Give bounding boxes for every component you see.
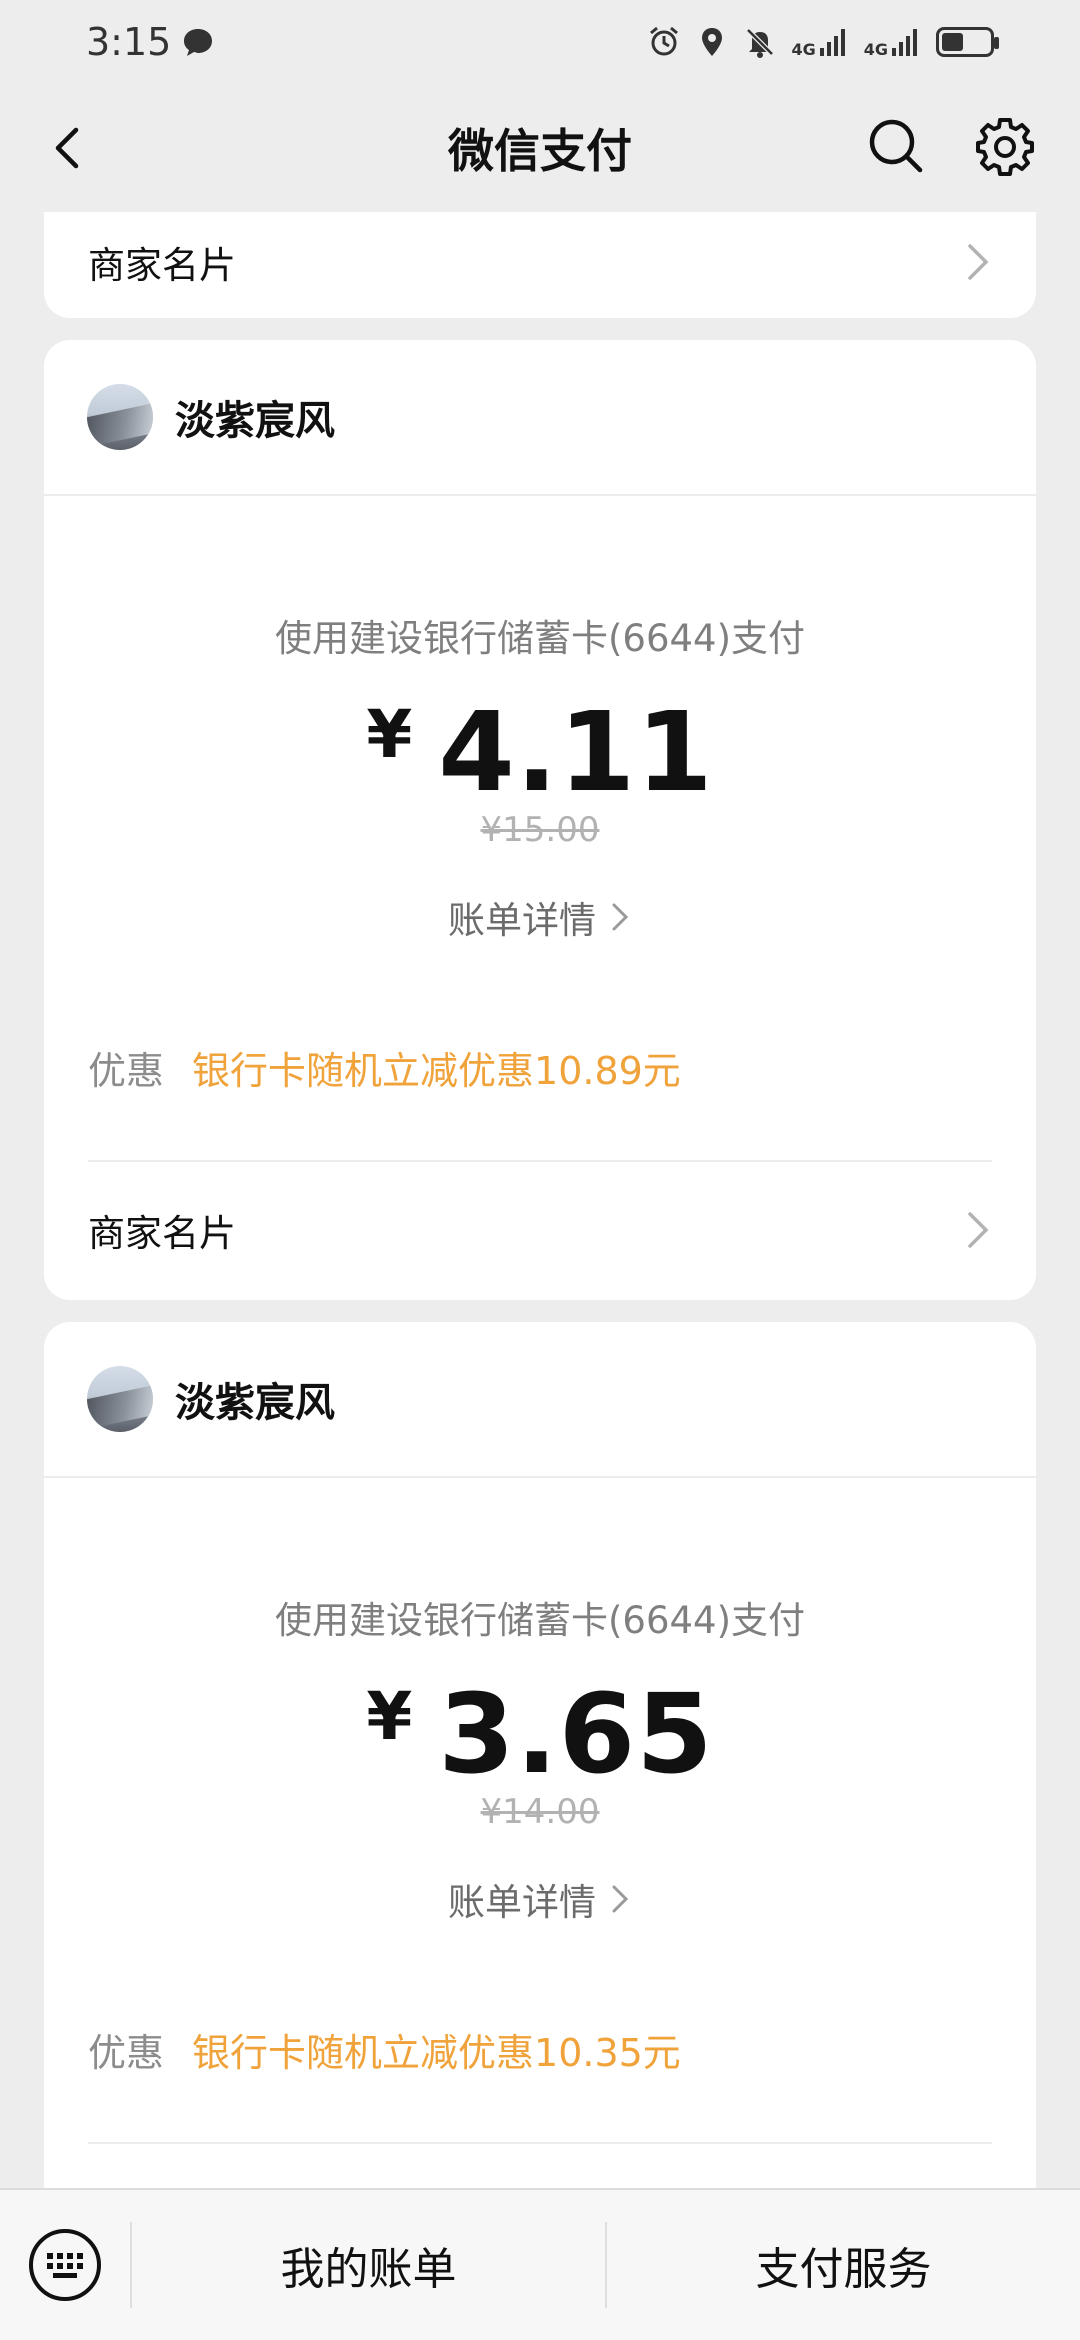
- original-price: ¥14.00: [480, 1792, 600, 1832]
- amount: 4.11: [438, 688, 714, 816]
- signal-1: 4G: [791, 26, 849, 58]
- divider: [88, 2142, 992, 2144]
- amount-row: ¥ 3.65: [44, 1670, 1036, 1798]
- merchant-card-label: 商家名片: [88, 1212, 236, 1255]
- merchant-card-label: 商家名片: [88, 244, 236, 287]
- transaction-card: 淡紫宸风 使用建设银行储蓄卡(6644)支付 ¥ 4.11 ¥15.00 账单详…: [44, 340, 1036, 1300]
- amount: 3.65: [438, 1670, 714, 1798]
- status-left: 3:15: [86, 20, 215, 64]
- shop-name: 淡紫宸风: [175, 398, 335, 444]
- currency-symbol: ¥: [366, 1678, 413, 1755]
- location-icon: [702, 28, 723, 56]
- page-title: 微信支付: [448, 124, 632, 178]
- avatar: [87, 384, 153, 450]
- chevron-right-icon: [968, 1212, 989, 1248]
- network-type-1: 4G: [791, 40, 816, 59]
- back-icon[interactable]: [40, 118, 100, 178]
- shop-name: 淡紫宸风: [175, 1380, 335, 1426]
- search-icon[interactable]: [866, 116, 926, 176]
- chevron-right-icon: [968, 244, 989, 280]
- discount-row: 优惠 银行卡随机立减优惠10.35元: [88, 2022, 992, 2077]
- original-price: ¥15.00: [480, 810, 600, 850]
- pay-method: 使用建设银行储蓄卡(6644)支付: [274, 1599, 806, 1642]
- network-type-2: 4G: [863, 40, 888, 59]
- battery-icon: [936, 27, 999, 57]
- bottom-bar: 我的账单 支付服务: [0, 2188, 1080, 2340]
- gear-icon[interactable]: [974, 116, 1036, 178]
- status-time: 3:15: [86, 20, 172, 64]
- avatar: [87, 1366, 153, 1432]
- page: 3:15 4G 4G 微信支付 商家名片 淡紫宸风 使用建设银行储蓄卡(6644…: [0, 0, 1080, 2340]
- discount-value: 银行卡随机立减优惠10.89元: [192, 1049, 681, 1093]
- merchant-card-row[interactable]: 商家名片: [44, 1162, 1036, 1298]
- bill-detail-link[interactable]: 账单详情: [44, 890, 1036, 944]
- status-right: 4G 4G: [647, 25, 999, 59]
- card-header: 淡紫宸风: [44, 340, 1036, 496]
- signal-2: 4G: [864, 26, 922, 58]
- bill-detail-link[interactable]: 账单详情: [44, 1872, 1036, 1926]
- signal-icon: [819, 29, 845, 56]
- discount-label: 优惠: [88, 2031, 165, 2075]
- battery-level: [942, 33, 963, 51]
- chevron-right-icon: [612, 1885, 629, 1913]
- my-bills-button[interactable]: 我的账单: [132, 2233, 605, 2297]
- discount-row: 优惠 银行卡随机立减优惠10.89元: [88, 1040, 992, 1095]
- card-header: 淡紫宸风: [44, 1322, 1036, 1478]
- discount-label: 优惠: [88, 1049, 165, 1093]
- signal-icon: [892, 29, 917, 56]
- currency-symbol: ¥: [366, 696, 413, 773]
- status-bar: 3:15 4G 4G: [0, 0, 1080, 84]
- message-icon: [184, 29, 213, 56]
- bill-detail-label: 账单详情: [448, 899, 596, 942]
- mute-bell-icon: [746, 28, 775, 58]
- chevron-right-icon: [612, 903, 629, 931]
- merchant-card-partial: 商家名片: [44, 212, 1036, 318]
- transaction-card: 淡紫宸风 使用建设银行储蓄卡(6644)支付 ¥ 3.65 ¥14.00 账单详…: [44, 1322, 1036, 2222]
- keyboard-icon: [29, 2229, 101, 2301]
- bill-detail-label: 账单详情: [448, 1881, 596, 1924]
- merchant-card-row[interactable]: 商家名片: [44, 212, 1036, 312]
- amount-row: ¥ 4.11: [44, 688, 1036, 816]
- pay-method: 使用建设银行储蓄卡(6644)支付: [274, 617, 806, 660]
- alarm-icon: [650, 26, 679, 56]
- discount-value: 银行卡随机立减优惠10.35元: [192, 2031, 681, 2075]
- keyboard-toggle-button[interactable]: [0, 2190, 130, 2340]
- pay-services-button[interactable]: 支付服务: [607, 2233, 1080, 2297]
